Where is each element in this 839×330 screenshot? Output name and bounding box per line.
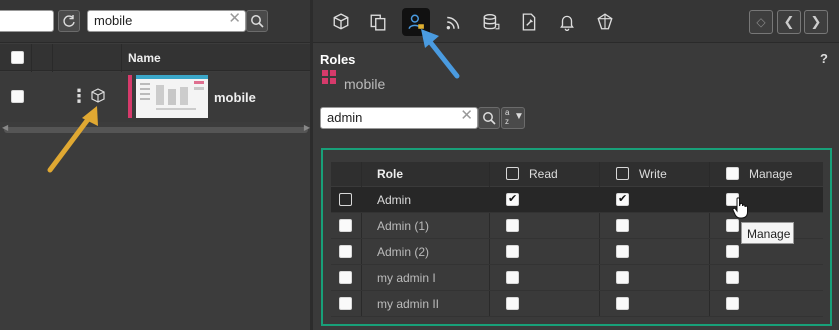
write-checkbox[interactable] — [616, 219, 629, 232]
chevron-left-icon: ❮ — [783, 14, 795, 29]
select-all-checkbox[interactable] — [11, 51, 24, 64]
write-checkbox[interactable] — [616, 297, 629, 310]
callout-arrow-yellow — [47, 106, 98, 173]
read-all-checkbox[interactable] — [506, 167, 519, 180]
clear-icon[interactable]: ✕ — [228, 11, 241, 27]
role-name: Admin — [377, 193, 412, 207]
row-select-checkbox[interactable] — [339, 219, 352, 232]
entity-name: mobile — [344, 76, 386, 92]
search-icon — [483, 112, 496, 125]
sort-filter-button[interactable]: az ▼ — [501, 107, 525, 129]
search-icon — [251, 15, 264, 28]
write-checkbox[interactable] — [616, 245, 629, 258]
help-icon[interactable]: ? — [820, 51, 828, 66]
role-row[interactable]: my admin II — [331, 291, 823, 317]
copies-tab[interactable] — [364, 8, 392, 36]
copy-icon — [370, 14, 386, 31]
roles-table-header: Role Read Write Manage — [331, 162, 823, 186]
role-search-button[interactable] — [478, 107, 500, 129]
read-checkbox[interactable] — [506, 297, 519, 310]
network-tab[interactable] — [591, 8, 619, 36]
read-checkbox[interactable] — [506, 219, 519, 232]
cube-icon — [333, 13, 349, 30]
search-input-value: mobile — [94, 13, 133, 28]
sort-az-icon: az — [505, 108, 509, 126]
write-checkbox[interactable] — [616, 271, 629, 284]
manage-checkbox[interactable] — [726, 219, 739, 232]
previous-button[interactable]: ❮ — [777, 10, 801, 34]
diamond-icon: ◇ — [756, 15, 766, 29]
filter-icon: ▼ — [514, 111, 524, 122]
tooltip: Manage — [741, 222, 794, 244]
write-column-header[interactable]: Write — [639, 167, 667, 181]
column-name-header[interactable]: Name — [128, 51, 161, 65]
role-name: Admin (2) — [377, 245, 430, 259]
clear-icon[interactable]: ✕ — [460, 108, 473, 124]
right-toolbar: ◇ ❮ ❯ — [313, 0, 839, 43]
objects-tab[interactable] — [327, 8, 355, 36]
sort-label-bottom: z — [505, 117, 509, 126]
document-wrench-icon — [522, 13, 536, 31]
filter-input-left[interactable] — [0, 10, 54, 32]
left-toolbar: mobile ✕ — [0, 0, 312, 43]
read-checkbox[interactable] — [506, 271, 519, 284]
chevron-right-icon: ❯ — [810, 14, 822, 29]
role-name: Admin (1) — [377, 219, 430, 233]
read-column-header[interactable]: Read — [529, 167, 558, 181]
role-search-value: admin — [327, 110, 363, 125]
refresh-icon — [63, 15, 75, 27]
role-name: my admin I — [377, 271, 436, 285]
thumbnail-image — [136, 75, 208, 110]
item-color-indicator — [128, 75, 132, 118]
section-title: Roles — [320, 52, 356, 67]
write-checkbox[interactable] — [616, 192, 629, 206]
grid-header: Name — [0, 44, 312, 71]
refresh-button[interactable] — [58, 10, 80, 32]
notifications-tab[interactable] — [553, 8, 581, 36]
manage-checkbox[interactable] — [726, 297, 739, 310]
row-select-checkbox[interactable] — [339, 193, 352, 206]
manage-checkbox[interactable] — [726, 245, 739, 258]
row-select-checkbox[interactable] — [339, 297, 352, 310]
manage-checkbox[interactable] — [726, 271, 739, 284]
search-button[interactable] — [246, 10, 268, 32]
item-thumbnail — [136, 75, 208, 118]
app-window: mobile ✕ Name ⋮ mobile ◀ ▶ ◇ ❮ ❯ Roles ?… — [0, 0, 839, 330]
network-icon — [597, 13, 613, 30]
role-name: my admin II — [377, 297, 440, 311]
right-panel: ◇ ❮ ❯ Roles ? mobile admin ✕ az ▼ Role R… — [313, 0, 839, 330]
role-row[interactable]: my admin I — [331, 265, 823, 291]
read-checkbox[interactable] — [506, 245, 519, 258]
row-checkbox[interactable] — [11, 90, 24, 103]
database-icon — [483, 14, 500, 30]
diamond-button[interactable]: ◇ — [749, 10, 773, 34]
left-panel: mobile ✕ Name ⋮ mobile ◀ ▶ — [0, 0, 312, 330]
row-select-checkbox[interactable] — [339, 271, 352, 284]
database-tab[interactable] — [477, 8, 505, 36]
app-grid-icon — [322, 70, 336, 84]
hand-cursor-icon — [732, 197, 748, 219]
role-column-header[interactable]: Role — [377, 167, 403, 181]
write-all-checkbox[interactable] — [616, 167, 629, 180]
manage-column-header[interactable]: Manage — [749, 167, 792, 181]
sort-label-top: a — [505, 108, 510, 117]
row-select-checkbox[interactable] — [339, 245, 352, 258]
callout-arrow-blue — [421, 29, 460, 79]
next-button[interactable]: ❯ — [804, 10, 828, 34]
scroll-left-icon[interactable]: ◀ — [2, 123, 8, 132]
bell-icon — [560, 15, 574, 31]
role-search-input[interactable]: admin ✕ — [320, 107, 478, 129]
manage-all-checkbox[interactable] — [726, 167, 739, 180]
settings-doc-tab[interactable] — [515, 8, 543, 36]
read-checkbox[interactable] — [506, 192, 519, 206]
search-input[interactable]: mobile ✕ — [87, 10, 246, 32]
row-name: mobile — [214, 90, 256, 105]
